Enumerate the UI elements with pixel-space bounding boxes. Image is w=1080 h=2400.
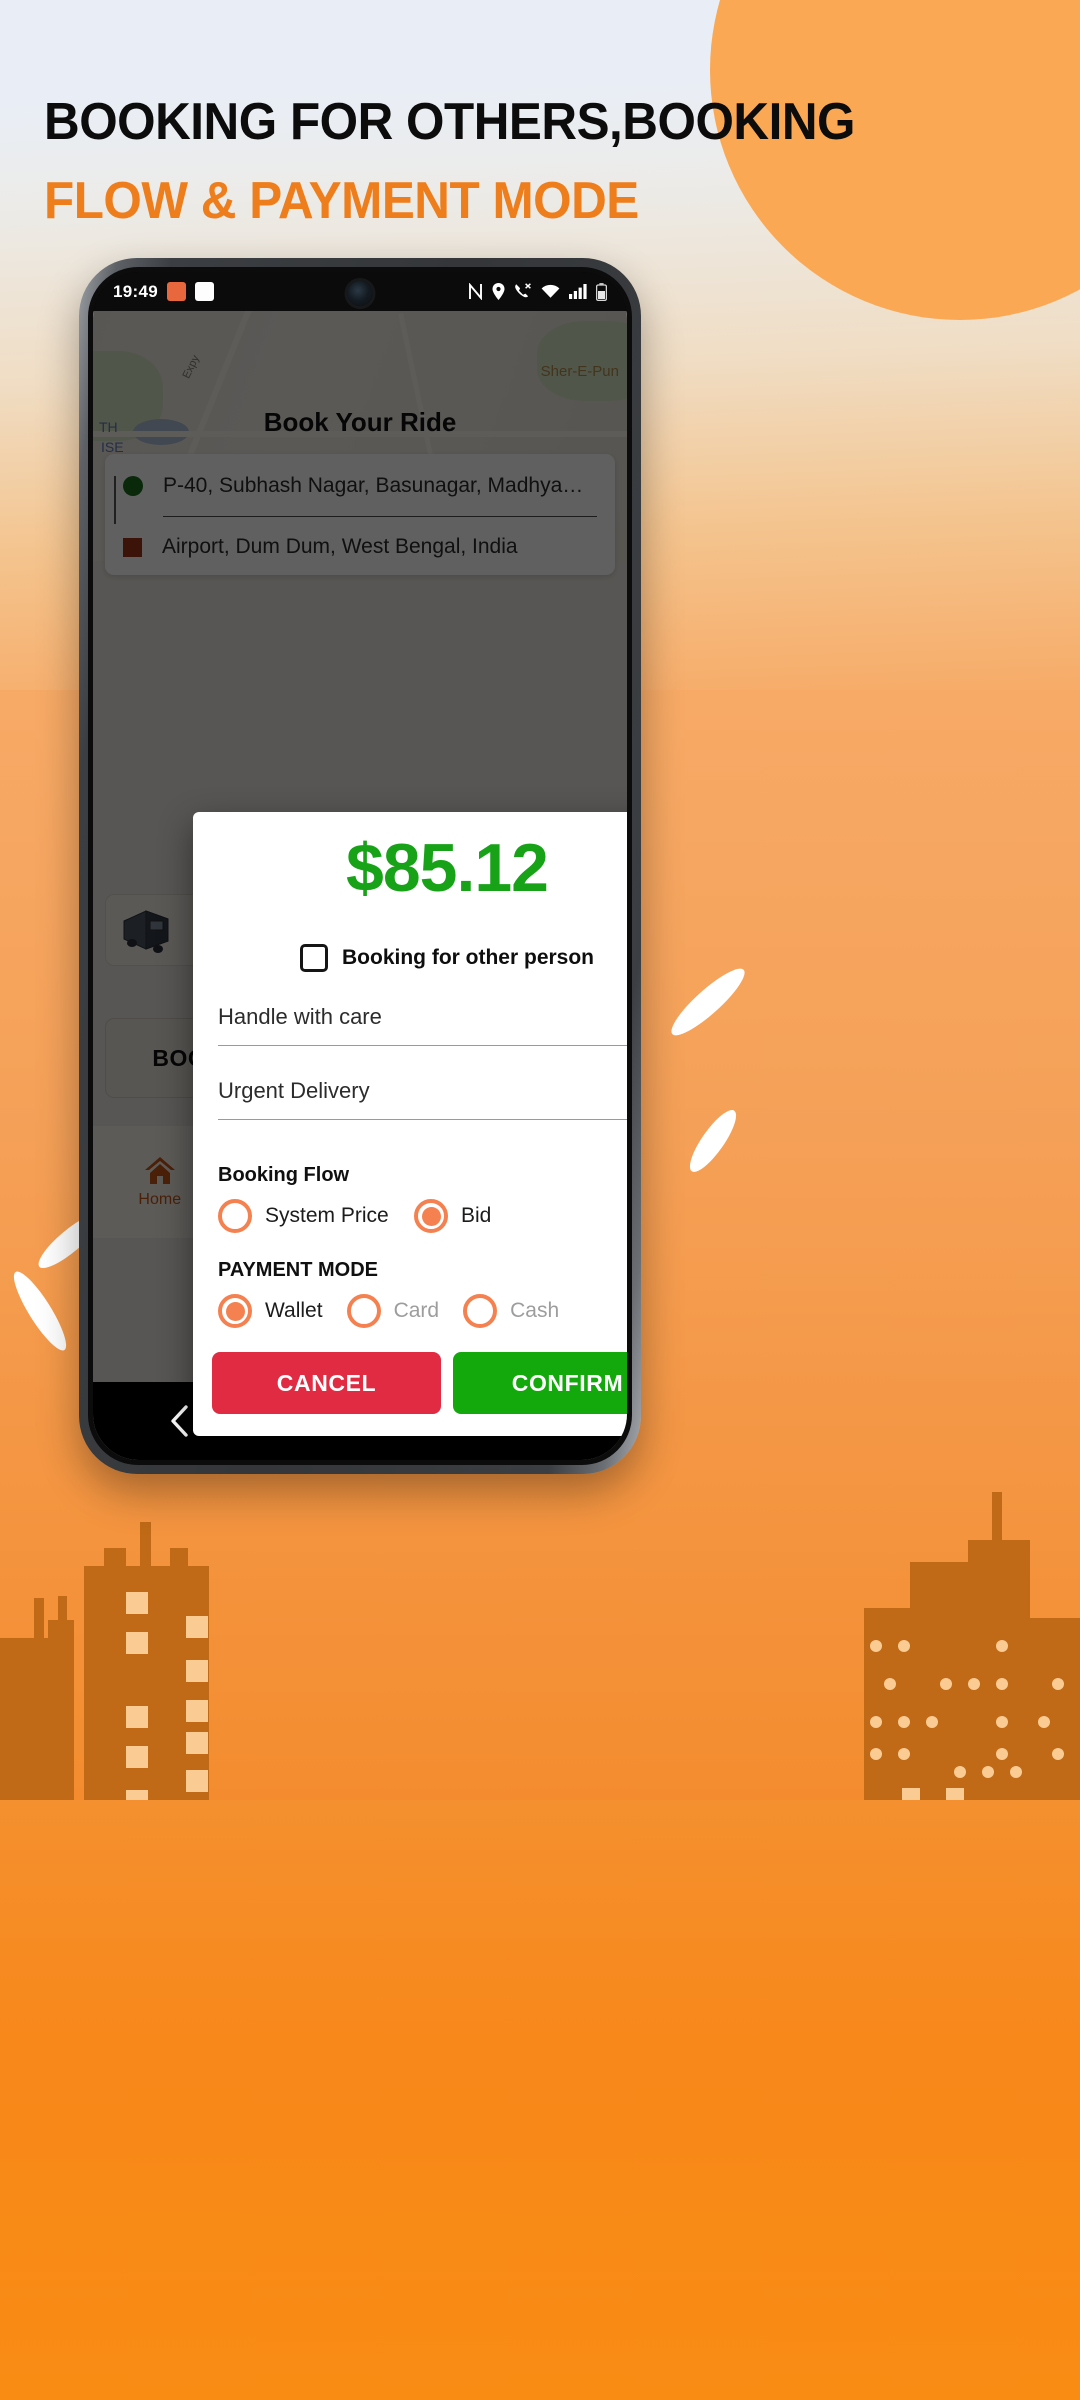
radio-card[interactable] xyxy=(346,1294,381,1328)
promo-heading-line-1: BOOKING FOR OTHERS,BOOKING xyxy=(44,93,856,151)
city-skyline-left xyxy=(0,1522,209,1800)
phone-screen: 19:49 $85.12 Booking for other person Ha… xyxy=(93,272,627,1460)
radio-option-cash[interactable]: Cash xyxy=(463,1294,559,1328)
app-icon-white xyxy=(194,282,214,301)
booking-for-other-checkbox[interactable] xyxy=(300,944,328,972)
nfc-icon xyxy=(469,283,482,300)
booking-for-other-row[interactable]: Booking for other person xyxy=(193,944,627,972)
handle-with-care-value: Handle with care xyxy=(218,1004,382,1029)
radio-label-cash: Cash xyxy=(510,1299,560,1322)
phone-bezel: 19:49 $85.12 Booking for other person Ha… xyxy=(88,267,632,1465)
battery-icon xyxy=(596,282,607,301)
payment-mode-options: Wallet Card Cash xyxy=(218,1294,627,1328)
radio-cash[interactable] xyxy=(463,1294,498,1328)
urgent-delivery-field[interactable]: Urgent Delivery xyxy=(218,1078,627,1120)
radio-option-bid[interactable]: Bid xyxy=(414,1199,491,1233)
radio-option-wallet[interactable]: Wallet xyxy=(218,1294,323,1328)
confirm-button[interactable]: CONFIRM xyxy=(453,1352,627,1414)
urgent-delivery-value: Urgent Delivery xyxy=(218,1078,370,1103)
signal-icon xyxy=(569,284,587,299)
location-icon xyxy=(492,283,505,300)
booking-flow-options: System Price Bid xyxy=(218,1199,627,1233)
promo-heading: BOOKING FOR OTHERS,BOOKING FLOW & PAYMEN… xyxy=(44,96,1004,227)
radio-label-system-price: System Price xyxy=(265,1204,389,1227)
radio-option-system-price[interactable]: System Price xyxy=(218,1199,414,1233)
radio-system-price[interactable] xyxy=(218,1199,252,1233)
status-bar: 19:49 xyxy=(93,272,627,311)
promo-heading-line-2: FLOW & PAYMENT MODE xyxy=(44,172,639,230)
radio-bid[interactable] xyxy=(414,1199,448,1233)
booking-flow-title: Booking Flow xyxy=(218,1164,350,1186)
radio-label-bid: Bid xyxy=(461,1204,492,1227)
app-icon-red xyxy=(166,282,186,301)
city-skyline-right xyxy=(864,1492,1080,1800)
handle-with-care-field[interactable]: Handle with care xyxy=(218,1004,627,1046)
field-underline xyxy=(218,1045,627,1046)
price-amount: $85.12 xyxy=(346,830,549,906)
phone-mockup: 19:49 $85.12 Booking for other person Ha… xyxy=(79,258,641,1474)
radio-selected-dot xyxy=(225,1301,245,1321)
radio-label-wallet: Wallet xyxy=(265,1299,323,1322)
booking-confirm-dialog: $85.12 Booking for other person Handle w… xyxy=(193,812,627,1436)
payment-mode-title: PAYMENT MODE xyxy=(218,1259,379,1281)
wifi-icon xyxy=(541,284,560,298)
radio-option-card[interactable]: Card xyxy=(346,1294,440,1328)
front-camera-notch xyxy=(347,281,373,306)
call-mute-icon xyxy=(515,283,531,298)
status-clock: 19:49 xyxy=(113,281,158,301)
status-icons xyxy=(468,282,607,301)
back-icon[interactable] xyxy=(167,1404,193,1438)
dialog-actions: CANCEL CONFIRM xyxy=(193,1328,627,1436)
radio-selected-dot xyxy=(421,1206,441,1226)
radio-wallet[interactable] xyxy=(218,1294,252,1328)
field-underline xyxy=(218,1119,627,1120)
radio-label-card: Card xyxy=(393,1299,440,1322)
cancel-button[interactable]: CANCEL xyxy=(212,1352,441,1414)
booking-for-other-label: Booking for other person xyxy=(342,946,594,969)
bg-gradient-bottom xyxy=(0,1800,1080,2400)
